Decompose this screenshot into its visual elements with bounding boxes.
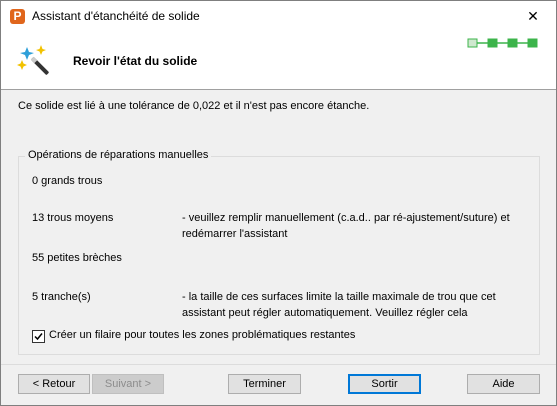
title-bar: P Assistant d'étanchéité de solide ✕ xyxy=(1,1,556,32)
wireframe-checkbox-label[interactable]: Créer un filaire pour toutes les zones p… xyxy=(49,329,355,341)
wizard-header: Revoir l'état du solide xyxy=(1,32,556,89)
close-icon[interactable]: ✕ xyxy=(510,1,556,32)
wireframe-checkbox[interactable] xyxy=(32,330,45,343)
status-message: Ce solide est lié à une tolérance de 0,0… xyxy=(18,100,370,112)
app-icon: P xyxy=(10,9,25,24)
large-holes-count: 0 grands trous xyxy=(32,175,103,187)
group-legend: Opérations de réparations manuelles xyxy=(25,149,212,161)
checkmark-icon xyxy=(34,333,43,341)
medium-holes-count: 13 trous moyens xyxy=(32,212,114,224)
medium-holes-note: - veuillez remplir manuellement (c.a.d..… xyxy=(182,212,510,240)
wizard-window: P Assistant d'étanchéité de solide ✕ Rev… xyxy=(0,0,557,406)
finish-button[interactable]: Terminer xyxy=(228,374,301,394)
slivers-count: 5 tranche(s) xyxy=(32,291,91,303)
help-button[interactable]: Aide xyxy=(467,374,540,394)
slivers-note: - la taille de ces surfaces limite la ta… xyxy=(182,291,496,319)
page-title: Revoir l'état du solide xyxy=(73,54,198,68)
wizard-wand-icon xyxy=(17,45,49,75)
small-gaps-count: 55 petites brèches xyxy=(32,252,122,264)
footer-divider xyxy=(1,364,556,365)
next-button[interactable]: Suivant > xyxy=(92,374,164,394)
wizard-progress-icon xyxy=(467,38,538,48)
exit-button[interactable]: Sortir xyxy=(348,374,421,394)
header-divider xyxy=(1,89,556,90)
window-title: Assistant d'étanchéité de solide xyxy=(32,9,200,23)
back-button[interactable]: < Retour xyxy=(18,374,90,394)
